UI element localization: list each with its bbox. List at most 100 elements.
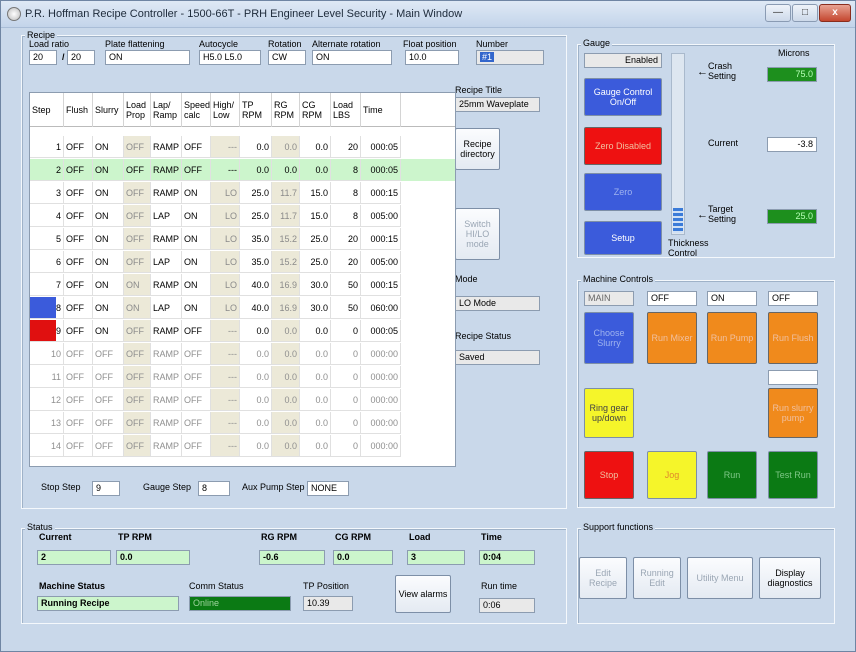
view-alarms-button[interactable]: View alarms xyxy=(395,575,451,613)
minimize-button[interactable]: — xyxy=(765,4,791,22)
table-cell-slurry[interactable]: OFF xyxy=(93,435,124,457)
table-cell-load-prop[interactable]: OFF xyxy=(124,412,151,434)
switch-mode-button[interactable]: Switch HI/LO mode xyxy=(455,208,500,260)
table-cell-flush[interactable]: OFF xyxy=(64,228,93,250)
table-cell-rg[interactable]: 16.9 xyxy=(272,274,300,296)
table-cell-cg[interactable]: 0.0 xyxy=(300,435,331,457)
table-cell-time[interactable]: 060:00 xyxy=(361,297,401,319)
table-cell-load-prop[interactable]: OFF xyxy=(124,182,151,204)
run-flush-button[interactable]: Run Flush xyxy=(768,312,818,364)
table-cell-flush[interactable]: OFF xyxy=(64,435,93,457)
table-cell-load[interactable]: 0 xyxy=(331,435,361,457)
table-cell-load-prop[interactable]: OFF xyxy=(124,251,151,273)
table-cell-time[interactable]: 000:05 xyxy=(361,320,401,342)
table-cell-rg[interactable]: 0.0 xyxy=(272,343,300,365)
number-field[interactable]: #1 xyxy=(476,50,544,65)
table-row[interactable]: 5 OFF ON OFF RAMP ON LO 35.0 15.2 25.0 20 000:15 xyxy=(30,228,455,250)
table-cell-high-low[interactable]: LO xyxy=(211,297,240,319)
table-cell-tp[interactable]: 35.0 xyxy=(240,228,272,250)
load-ratio-a-field[interactable]: 20 xyxy=(29,50,57,65)
table-cell-tp[interactable]: 0.0 xyxy=(240,435,272,457)
table-row[interactable]: 2 OFF ON OFF RAMP OFF --- 0.0 0.0 0.0 8 000:05 xyxy=(30,159,455,181)
table-cell-time[interactable]: 000:00 xyxy=(361,366,401,388)
table-cell-high-low[interactable]: LO xyxy=(211,274,240,296)
table-row[interactable]: 12 OFF OFF OFF RAMP OFF --- 0.0 0.0 0.0 0 000:00 xyxy=(30,389,455,411)
running-edit-button[interactable]: Running Edit xyxy=(633,557,681,599)
table-cell-lap-ramp[interactable]: LAP xyxy=(151,205,182,227)
table-cell-load[interactable]: 20 xyxy=(331,228,361,250)
table-cell-tp[interactable]: 0.0 xyxy=(240,136,272,158)
maximize-button[interactable]: □ xyxy=(792,4,818,22)
table-cell-cg[interactable]: 30.0 xyxy=(300,297,331,319)
table-cell-flush[interactable]: OFF xyxy=(64,366,93,388)
table-cell-flush[interactable]: OFF xyxy=(64,159,93,181)
table-cell-rg[interactable]: 11.7 xyxy=(272,205,300,227)
table-cell-speed-calc[interactable]: ON xyxy=(182,274,211,296)
table-cell-step[interactable]: 8 xyxy=(30,297,64,319)
table-cell-slurry[interactable]: OFF xyxy=(93,412,124,434)
table-cell-load-prop[interactable]: OFF xyxy=(124,159,151,181)
run-button[interactable]: Run xyxy=(707,451,757,499)
table-cell-tp[interactable]: 40.0 xyxy=(240,274,272,296)
float-position-field[interactable]: 10.0 xyxy=(405,50,459,65)
table-cell-cg[interactable]: 0.0 xyxy=(300,343,331,365)
table-cell-cg[interactable]: 25.0 xyxy=(300,251,331,273)
table-row[interactable]: 10 OFF OFF OFF RAMP OFF --- 0.0 0.0 0.0 0 000:00 xyxy=(30,343,455,365)
table-cell-step[interactable]: 6 xyxy=(30,251,64,273)
table-cell-speed-calc[interactable]: ON xyxy=(182,205,211,227)
gauge-step-field[interactable]: 8 xyxy=(198,481,230,496)
table-cell-time[interactable]: 000:15 xyxy=(361,228,401,250)
table-cell-cg[interactable]: 0.0 xyxy=(300,412,331,434)
alternate-rotation-field[interactable]: ON xyxy=(312,50,392,65)
table-cell-load-prop[interactable]: ON xyxy=(124,274,151,296)
table-cell-high-low[interactable]: LO xyxy=(211,205,240,227)
table-cell-high-low[interactable]: --- xyxy=(211,320,240,342)
table-cell-step[interactable]: 2 xyxy=(30,159,64,181)
table-cell-tp[interactable]: 0.0 xyxy=(240,343,272,365)
gauge-control-button[interactable]: Gauge Control On/Off xyxy=(584,78,662,116)
table-cell-cg[interactable]: 0.0 xyxy=(300,366,331,388)
close-button[interactable]: x xyxy=(819,4,851,22)
table-cell-speed-calc[interactable]: OFF xyxy=(182,366,211,388)
table-cell-high-low[interactable]: --- xyxy=(211,366,240,388)
table-cell-cg[interactable]: 0.0 xyxy=(300,159,331,181)
table-cell-flush[interactable]: OFF xyxy=(64,274,93,296)
setup-button[interactable]: Setup xyxy=(584,221,662,255)
table-cell-load[interactable]: 50 xyxy=(331,297,361,319)
table-cell-step[interactable]: 3 xyxy=(30,182,64,204)
table-cell-time[interactable]: 000:00 xyxy=(361,435,401,457)
table-cell-slurry[interactable]: ON xyxy=(93,136,124,158)
table-cell-load-prop[interactable]: OFF xyxy=(124,228,151,250)
test-run-button[interactable]: Test Run xyxy=(768,451,818,499)
table-cell-time[interactable]: 000:15 xyxy=(361,274,401,296)
run-slurry-pump-button[interactable]: Run slurry pump xyxy=(768,388,818,438)
table-row[interactable]: 11 OFF OFF OFF RAMP OFF --- 0.0 0.0 0.0 0 000:00 xyxy=(30,366,455,388)
table-cell-lap-ramp[interactable]: RAMP xyxy=(151,136,182,158)
table-cell-time[interactable]: 000:05 xyxy=(361,159,401,181)
table-cell-cg[interactable]: 25.0 xyxy=(300,228,331,250)
table-cell-load[interactable]: 0 xyxy=(331,320,361,342)
table-cell-high-low[interactable]: --- xyxy=(211,435,240,457)
table-cell-flush[interactable]: OFF xyxy=(64,205,93,227)
table-cell-step[interactable]: 1 xyxy=(30,136,64,158)
table-cell-rg[interactable]: 0.0 xyxy=(272,389,300,411)
table-cell-high-low[interactable]: --- xyxy=(211,136,240,158)
table-cell-load[interactable]: 0 xyxy=(331,412,361,434)
table-cell-rg[interactable]: 0.0 xyxy=(272,366,300,388)
table-cell-flush[interactable]: OFF xyxy=(64,343,93,365)
table-row[interactable]: 14 OFF OFF OFF RAMP OFF --- 0.0 0.0 0.0 0 000:00 xyxy=(30,435,455,457)
choose-slurry-button[interactable]: Choose Slurry xyxy=(584,312,634,364)
table-cell-tp[interactable]: 40.0 xyxy=(240,297,272,319)
table-cell-flush[interactable]: OFF xyxy=(64,297,93,319)
table-cell-load[interactable]: 20 xyxy=(331,251,361,273)
table-cell-lap-ramp[interactable]: RAMP xyxy=(151,343,182,365)
aux-pump-step-field[interactable]: NONE xyxy=(307,481,349,496)
table-row[interactable]: 7 OFF ON ON RAMP ON LO 40.0 16.9 30.0 50 000:15 xyxy=(30,274,455,296)
load-ratio-b-field[interactable]: 20 xyxy=(67,50,95,65)
table-cell-high-low[interactable]: --- xyxy=(211,412,240,434)
table-row[interactable]: 1 OFF ON OFF RAMP OFF --- 0.0 0.0 0.0 20 000:05 xyxy=(30,136,455,158)
run-mixer-button[interactable]: Run Mixer xyxy=(647,312,697,364)
table-cell-slurry[interactable]: ON xyxy=(93,320,124,342)
table-cell-cg[interactable]: 30.0 xyxy=(300,274,331,296)
zero-button[interactable]: Zero xyxy=(584,173,662,211)
